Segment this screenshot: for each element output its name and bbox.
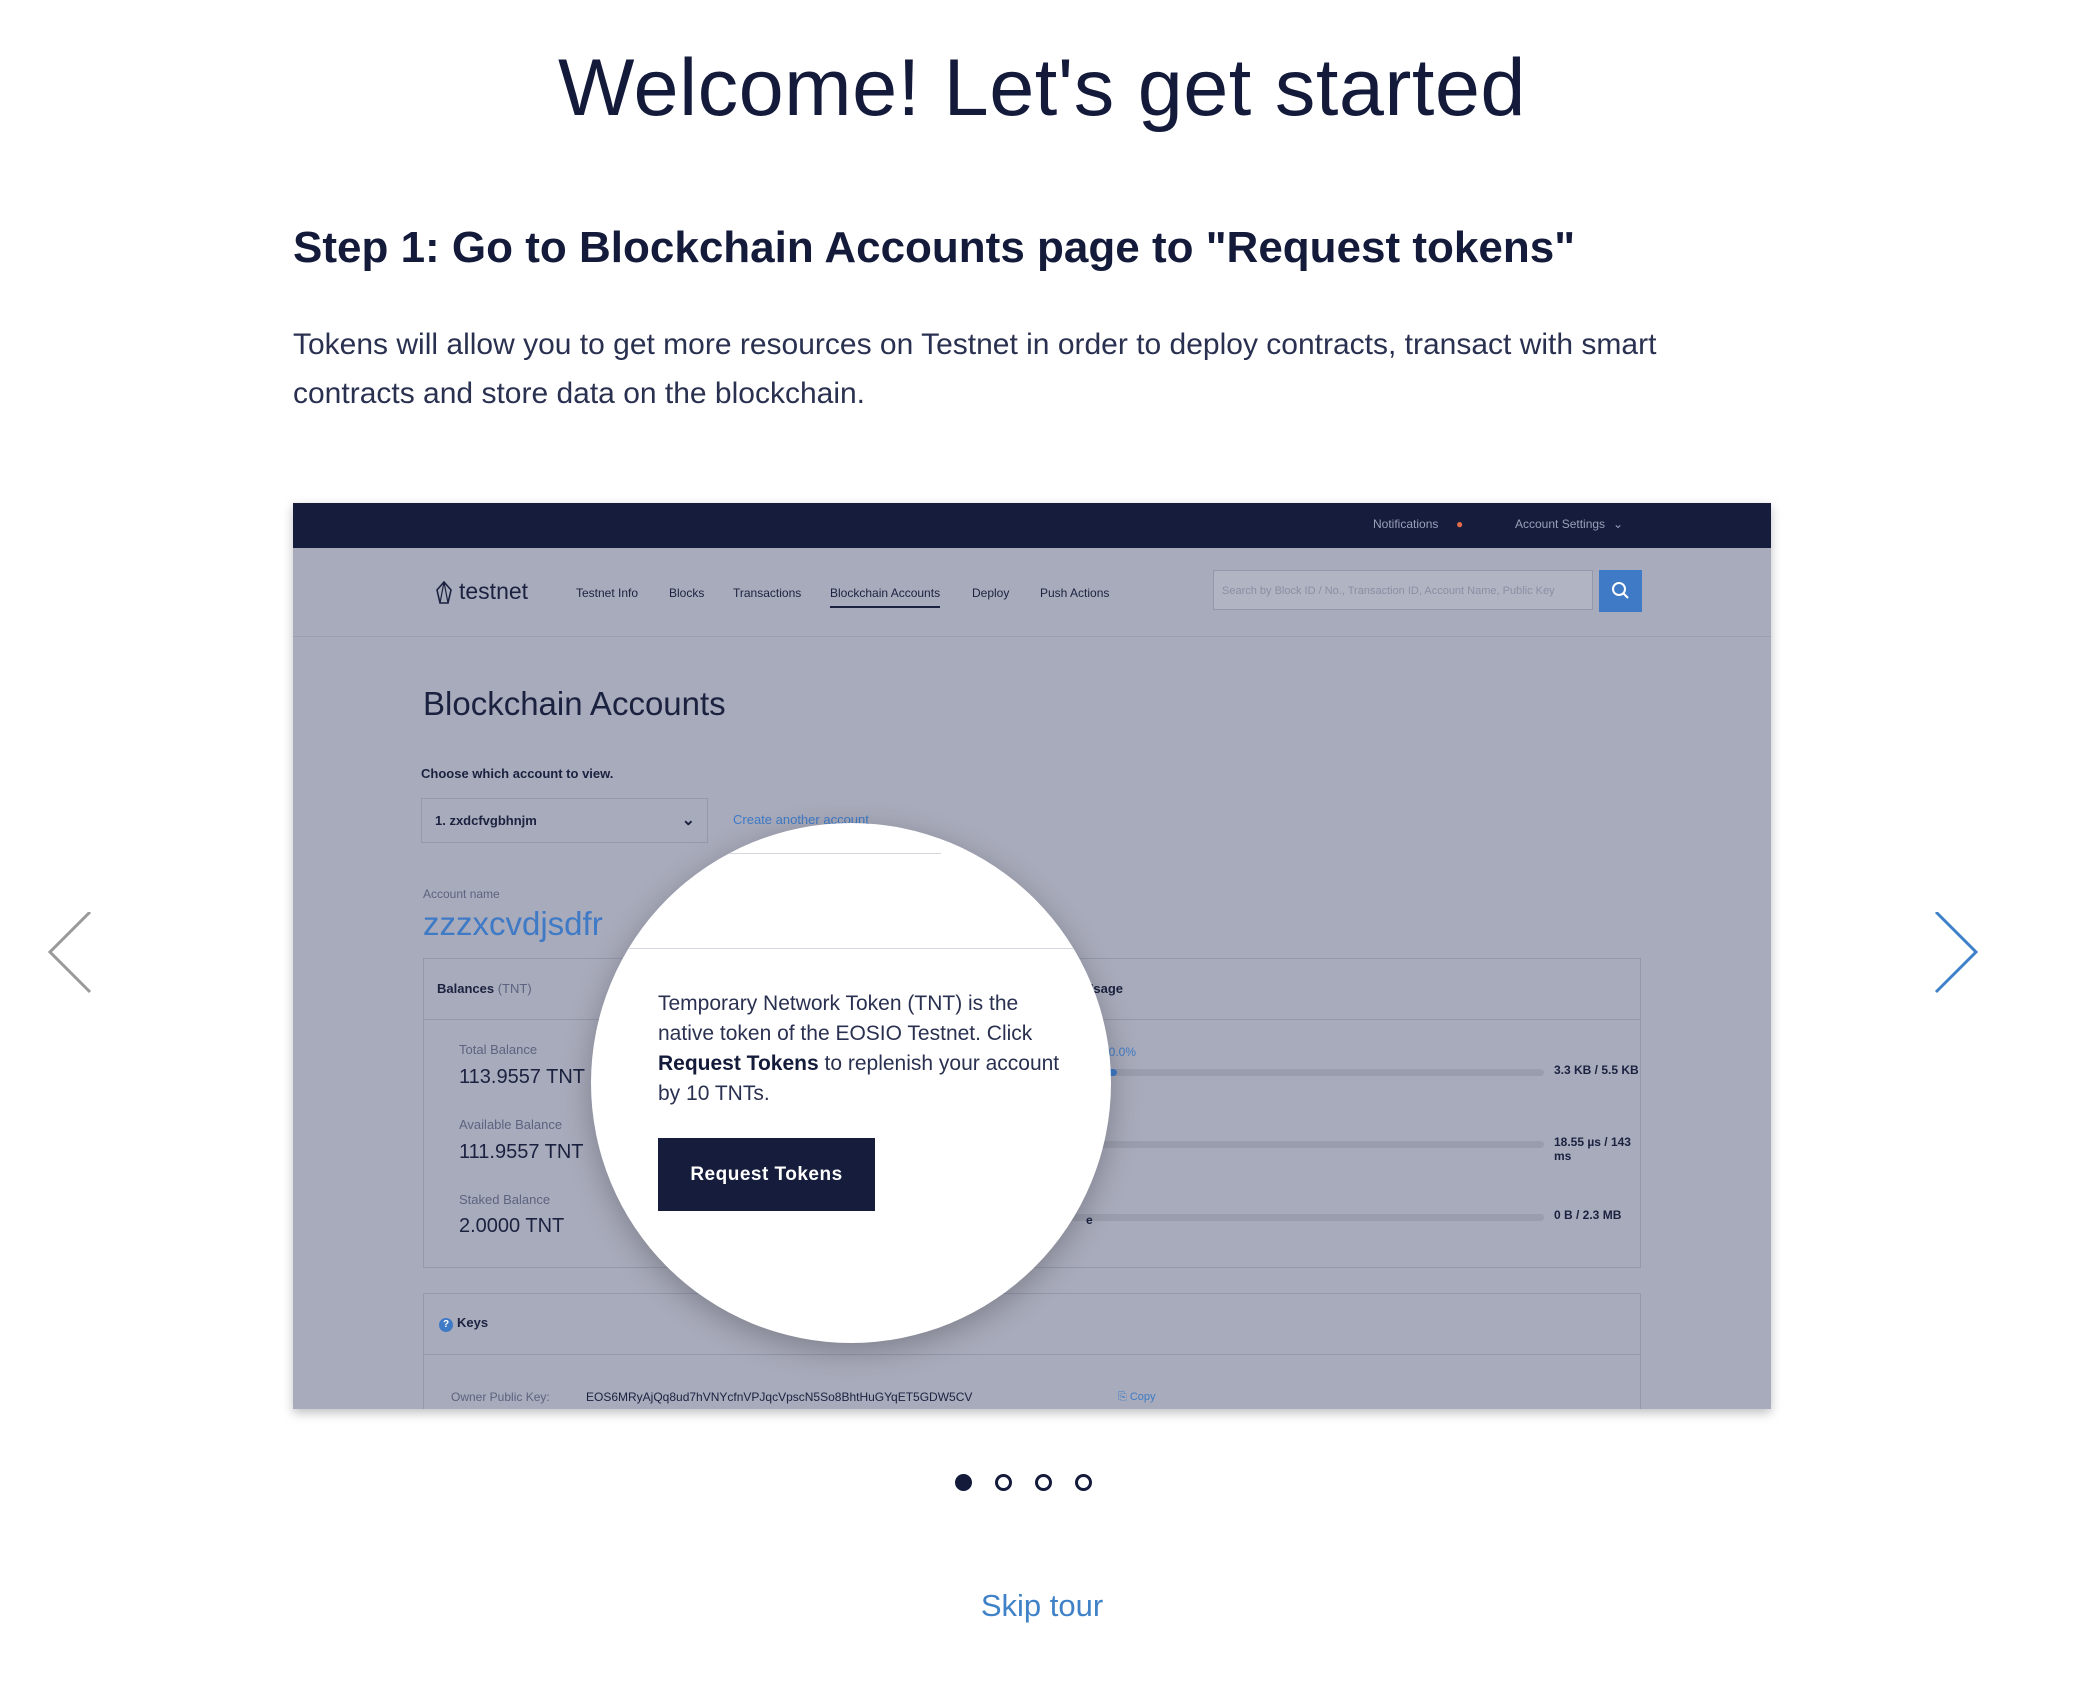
keys-header: ? Keys (439, 1315, 488, 1332)
nav-transactions: Transactions (733, 586, 802, 600)
nav-testnet-info: Testnet Info (576, 586, 639, 600)
chevron-down-icon: ⌄ (681, 812, 695, 829)
step-description: Tokens will allow you to get more resour… (293, 328, 1657, 410)
usage-bar-value: 0 B / 2.3 MB (1554, 1208, 1622, 1222)
notification-badge-icon: ● (1456, 517, 1464, 531)
usage-bar-value: 18.55 µs / 143 ms (1554, 1135, 1631, 1163)
carousel-dot-2[interactable] (995, 1474, 1012, 1491)
previous-arrow-icon[interactable] (45, 912, 105, 1012)
account-select: 1. zxdcfvgbhnjm ⌄ (421, 798, 708, 843)
page-title: Welcome! Let's get started (558, 43, 1526, 133)
owner-key-label: Owner Public Key: (451, 1390, 550, 1404)
search-button (1599, 570, 1642, 612)
carousel-dot-3[interactable] (1035, 1474, 1052, 1491)
next-arrow-icon[interactable] (1933, 912, 1993, 1012)
accounts-page-title: Blockchain Accounts (423, 685, 726, 722)
selected-account: 1. zxdcfvgbhnjm (435, 813, 537, 828)
magnifier-callout: Temporary Network Token (TNT) is the nat… (591, 823, 1111, 1343)
account-name: zzzxcvdjsdfr (423, 905, 603, 942)
available-balance-label: Available Balance (459, 1117, 563, 1132)
account-settings-link: Account Settings (1515, 517, 1606, 531)
nav-push-actions: Push Actions (1040, 586, 1110, 600)
copy-link: ⎘ Copy (1118, 1391, 1156, 1403)
usage-partial-label: e (1086, 1213, 1093, 1227)
nav-blockchain-accounts: Blockchain Accounts (830, 586, 941, 608)
account-name-label: Account name (423, 887, 500, 901)
tnt-explanation: Temporary Network Token (TNT) is the nat… (658, 992, 1060, 1105)
tour-screenshot: Notifications ● Account Settings ⌄ testn… (293, 503, 1771, 1409)
step-title: Step 1: Go to Blockchain Accounts page t… (293, 223, 1576, 272)
search-input: Search by Block ID / No., Transaction ID… (1213, 570, 1593, 610)
owner-public-key: EOS6MRyAjQq8ud7hVNYcfnVPJqcVpscN5So8BhtH… (586, 1390, 973, 1404)
carousel-dot-4[interactable] (1075, 1474, 1092, 1491)
usage-bar-value: 3.3 KB / 5.5 KB (1554, 1063, 1639, 1077)
nav-deploy: Deploy (972, 586, 1010, 600)
total-balance-value: 113.9557 TNT (459, 1066, 586, 1088)
app-topbar: Notifications ● Account Settings ⌄ (293, 503, 1771, 548)
balances-header: Balances (TNT) (437, 981, 532, 996)
choose-account-label: Choose which account to view. (421, 766, 614, 781)
testnet-logo: testnet (435, 578, 528, 605)
total-balance-label: Total Balance (459, 1042, 538, 1057)
divider (721, 853, 941, 854)
carousel-dot-1[interactable] (955, 1474, 972, 1491)
available-balance-value: 111.9557 TNT (459, 1141, 584, 1163)
request-tokens-button[interactable]: Request Tokens (658, 1138, 875, 1211)
staked-balance-label: Staked Balance (459, 1192, 551, 1207)
chevron-down-icon: ⌄ (1613, 517, 1624, 531)
info-icon: ? (439, 1318, 453, 1332)
staked-balance-value: 2.0000 TNT (459, 1215, 565, 1237)
divider (591, 948, 1111, 949)
skip-tour-link[interactable]: Skip tour (0, 1588, 2084, 1624)
carousel-pagination (955, 1474, 1129, 1498)
eosio-logo-icon (436, 580, 452, 604)
search-icon (1612, 582, 1629, 599)
notifications-link: Notifications (1373, 517, 1439, 531)
logo-text: testnet (459, 578, 529, 604)
nav-blocks: Blocks (669, 586, 705, 600)
app-navbar: testnet Testnet Info Blocks Transactions… (293, 548, 1771, 637)
